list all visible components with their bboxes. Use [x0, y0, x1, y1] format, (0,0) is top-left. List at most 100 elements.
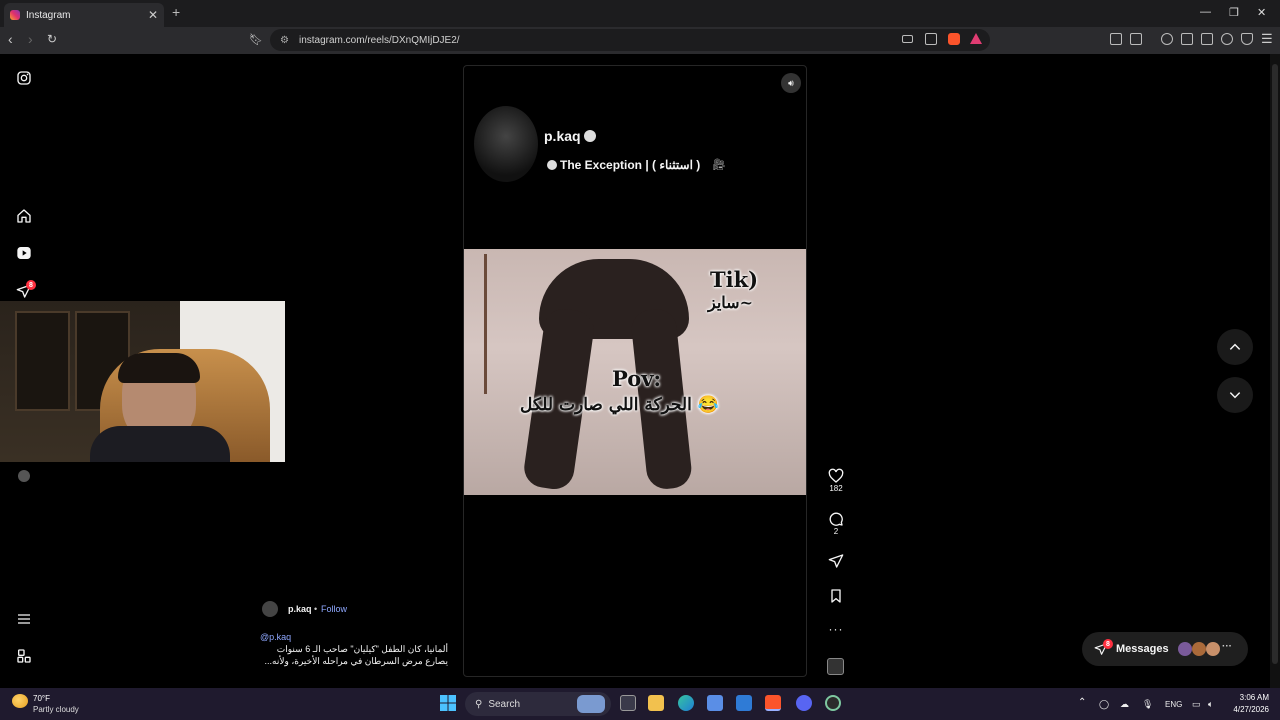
contact-avatar: [1178, 642, 1192, 656]
profile-avatar[interactable]: [18, 470, 30, 482]
extensions-icon[interactable]: [1110, 33, 1122, 45]
cast-icon[interactable]: [902, 35, 913, 43]
language-indicator[interactable]: ENG: [1165, 700, 1182, 709]
clock-time[interactable]: 3:06 AM: [1225, 693, 1269, 702]
profile-picture: [474, 106, 538, 182]
home-icon[interactable]: [16, 208, 32, 224]
close-tab-icon[interactable]: ✕: [148, 8, 158, 22]
messages-badge: 8: [1103, 639, 1113, 649]
search-label: Search: [488, 698, 521, 710]
tab-title: Instagram: [26, 9, 71, 21]
more-menu-icon[interactable]: [16, 611, 32, 627]
chevron-up-icon: [1229, 343, 1241, 350]
network-icon[interactable]: ▭: [1192, 699, 1201, 710]
share-button[interactable]: [827, 553, 845, 569]
author-avatar[interactable]: [262, 601, 278, 617]
video-text-arabic: الحركة اللي صارت للكل 😂: [520, 395, 719, 415]
file-explorer-icon[interactable]: [648, 695, 664, 711]
app-icon[interactable]: [825, 695, 841, 711]
minimize-icon[interactable]: —: [1200, 6, 1211, 18]
sidebar-toggle-icon[interactable]: [1181, 33, 1193, 45]
send-icon: [828, 554, 844, 568]
task-view-icon[interactable]: [620, 695, 636, 711]
video-profile-subtitle: The Exception | ( استثناء ): [560, 158, 701, 172]
brave-rewards-icon[interactable]: [970, 33, 982, 44]
follow-button[interactable]: Follow: [321, 604, 347, 614]
author-name[interactable]: p.kaq: [288, 604, 312, 614]
reels-icon[interactable]: [16, 245, 32, 261]
back-icon[interactable]: ‹: [8, 31, 13, 47]
search-highlight-icon: [577, 695, 605, 713]
taskbar-search[interactable]: ⚲ Search: [465, 692, 611, 716]
microphone-icon[interactable]: 🎙︎: [1142, 699, 1153, 710]
tab-search-icon[interactable]: [1130, 33, 1142, 45]
site-settings-icon[interactable]: ⚙: [280, 35, 289, 46]
tray-icon[interactable]: ◯: [1099, 699, 1109, 710]
heart-icon: [828, 468, 844, 483]
instagram-logo-icon[interactable]: [16, 70, 32, 86]
new-tab-button[interactable]: +: [172, 4, 180, 20]
discord-icon[interactable]: [796, 695, 812, 711]
webcam-overlay: [0, 301, 285, 462]
person-shirt: [90, 426, 230, 462]
store-icon[interactable]: [707, 695, 723, 711]
messages-button[interactable]: Messages ···: [1082, 632, 1248, 666]
search-icon: ⚲: [475, 698, 483, 710]
next-reel-button[interactable]: [1217, 377, 1253, 413]
weather-temp[interactable]: 70°F: [33, 694, 50, 703]
video-text-tik: Tik): [710, 267, 759, 292]
also-from-meta-icon[interactable]: [16, 648, 32, 664]
weather-desc[interactable]: Partly cloudy: [33, 705, 79, 714]
dot-icon: [547, 160, 557, 170]
share-icon[interactable]: [925, 33, 937, 45]
restore-icon[interactable]: ❐: [1229, 6, 1239, 19]
camera-icon: 🎥︎: [712, 159, 726, 171]
media-icon[interactable]: [1161, 33, 1173, 45]
leo-ai-icon[interactable]: [1221, 33, 1233, 45]
more-options-icon[interactable]: ···: [827, 622, 845, 636]
url-field[interactable]: ⚙ instagram.com/reels/DXnQMIjDJE2/: [270, 29, 990, 51]
scrollbar-thumb[interactable]: [1272, 64, 1278, 664]
browser-tab-bar: Instagram ✕ + — ❐ ✕: [0, 0, 1280, 27]
menu-icon[interactable]: ☰: [1261, 31, 1273, 47]
more-contacts-icon: ···: [1222, 641, 1232, 652]
forward-icon[interactable]: ›: [28, 31, 33, 47]
comment-icon: [829, 512, 843, 526]
rope: [484, 254, 487, 394]
reload-icon[interactable]: ↻: [47, 32, 57, 46]
mail-icon[interactable]: [736, 695, 752, 711]
tray-overflow-icon[interactable]: ⌃: [1078, 697, 1086, 708]
reel-player[interactable]: 🔊︎ p.kaq The Exception | ( استثناء ) 🎥︎ …: [463, 65, 807, 677]
caption-mention[interactable]: @p.kaq: [260, 632, 291, 642]
caption-line: ألمانيا، كان الطفل "كيليان" صاحب الـ 6 س…: [276, 644, 448, 654]
bookmark-icon[interactable]: 🔖︎: [249, 33, 263, 46]
onedrive-icon[interactable]: ☁: [1120, 699, 1129, 710]
like-button[interactable]: 182: [827, 468, 845, 493]
audio-thumbnail[interactable]: [827, 658, 844, 675]
like-count: 182: [829, 484, 843, 493]
caption-line[interactable]: ...يصارع مرض السرطان في مراحله الأخيرة، …: [258, 656, 448, 667]
volume-icon[interactable]: 🔊︎: [781, 73, 801, 93]
page-scrollbar[interactable]: [1270, 54, 1280, 688]
notification-badge: 8: [26, 280, 36, 290]
previous-reel-button[interactable]: [1217, 329, 1253, 365]
vpn-icon[interactable]: [1241, 33, 1253, 45]
cabinet-door: [15, 311, 70, 411]
edge-icon[interactable]: [678, 695, 694, 711]
comment-count: 2: [833, 527, 839, 536]
save-button[interactable]: [827, 588, 845, 604]
clock-date[interactable]: 4/27/2026: [1225, 705, 1269, 714]
close-window-icon[interactable]: ✕: [1257, 6, 1266, 19]
windows-start-icon[interactable]: [440, 695, 456, 711]
video-text-pov: Pov:: [612, 366, 662, 391]
video-text-size: سايز~: [708, 293, 753, 312]
volume-tray-icon[interactable]: 🔈︎: [1208, 699, 1213, 710]
comment-button[interactable]: 2: [827, 511, 845, 536]
weather-icon[interactable]: [12, 694, 28, 708]
video-frame[interactable]: Tik) سايز~ Pov: الحركة اللي صارت للكل 😂: [464, 249, 806, 495]
brave-shields-icon[interactable]: [948, 33, 960, 45]
messages-label: Messages: [1116, 643, 1169, 655]
brave-taskbar-icon[interactable]: [765, 695, 781, 711]
tab-instagram[interactable]: Instagram ✕: [4, 3, 164, 27]
wallet-icon[interactable]: [1201, 33, 1213, 45]
